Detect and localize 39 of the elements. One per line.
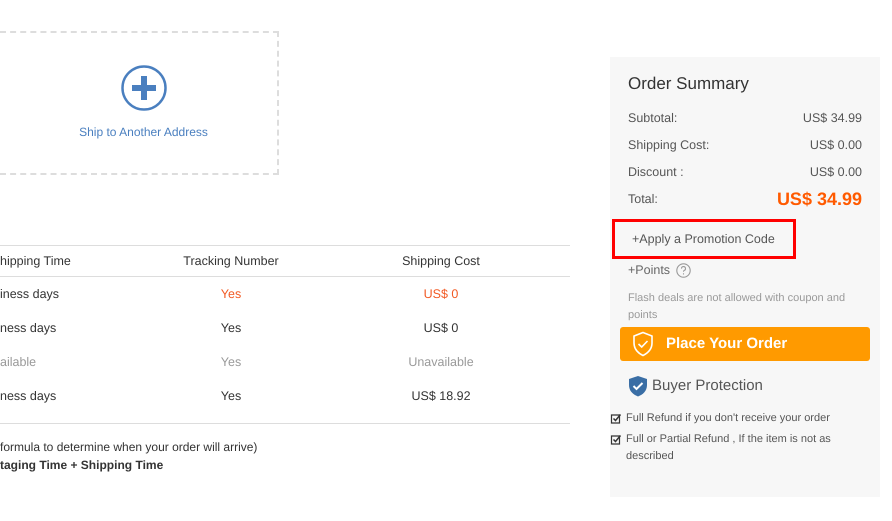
plus-circle-icon — [120, 65, 166, 111]
refund-text: Full Refund if you don't receive your order — [626, 410, 831, 426]
table-cell-text: Yes — [220, 320, 242, 337]
formula-text: taging Time + Shipping Time — [0, 457, 164, 474]
help-icon[interactable] — [676, 263, 692, 278]
table-cell-text: US$ 18.92 — [410, 388, 472, 405]
column-header: Tracking Number — [182, 252, 280, 270]
table-cell-text: ness days — [0, 320, 58, 337]
column-header: Shipping Cost — [401, 252, 481, 270]
summary-value: US$ 0.00 — [810, 136, 862, 154]
table-cell-text: ailable — [0, 354, 38, 371]
promotion-code-link[interactable]: +Apply a Promotion Code — [612, 218, 796, 260]
shield-check-icon — [632, 331, 654, 357]
ship-to-another-address-link[interactable]: Ship to Another Address — [79, 123, 208, 141]
flash-deal-note: Flash deals are not allowed with coupon and points — [628, 291, 846, 322]
address-card[interactable]: Ship to Another Address — [0, 31, 279, 175]
buyer-protection-title: Buyer Protection — [652, 376, 763, 396]
table-cell-text: Unavailable — [407, 354, 475, 371]
total-label: Total: — [628, 190, 658, 208]
table-cell-text: Yes — [220, 388, 242, 405]
table-cell-text: iness days — [0, 286, 60, 303]
summary-label: Discount : — [628, 164, 684, 181]
order-summary-title: Order Summary — [628, 73, 750, 95]
shield-check-icon — [628, 375, 648, 398]
total-value: US$ 34.99 — [776, 188, 862, 210]
points-link[interactable]: +Points — [628, 261, 670, 280]
summary-label: Shipping Cost: — [628, 136, 710, 154]
table-cell-text: US$ 0 — [422, 320, 460, 337]
column-header: hipping Time — [0, 252, 72, 270]
table-cell-text: US$ 0 — [422, 286, 460, 303]
summary-value: US$ 34.99 — [802, 110, 862, 127]
summary-label: Subtotal: — [628, 110, 678, 127]
formula-note: formula to determine when your order will arrive) — [0, 439, 258, 456]
table-cell-text: Yes — [220, 354, 242, 371]
summary-value: US$ 0.00 — [810, 164, 862, 181]
table-cell-text: Yes — [220, 286, 242, 303]
refund-text: Full or Partial Refund , If the item is not as described — [626, 432, 832, 464]
table-cell-text: ness days — [0, 388, 58, 405]
place-order-button[interactable]: Place Your Order — [620, 327, 870, 361]
